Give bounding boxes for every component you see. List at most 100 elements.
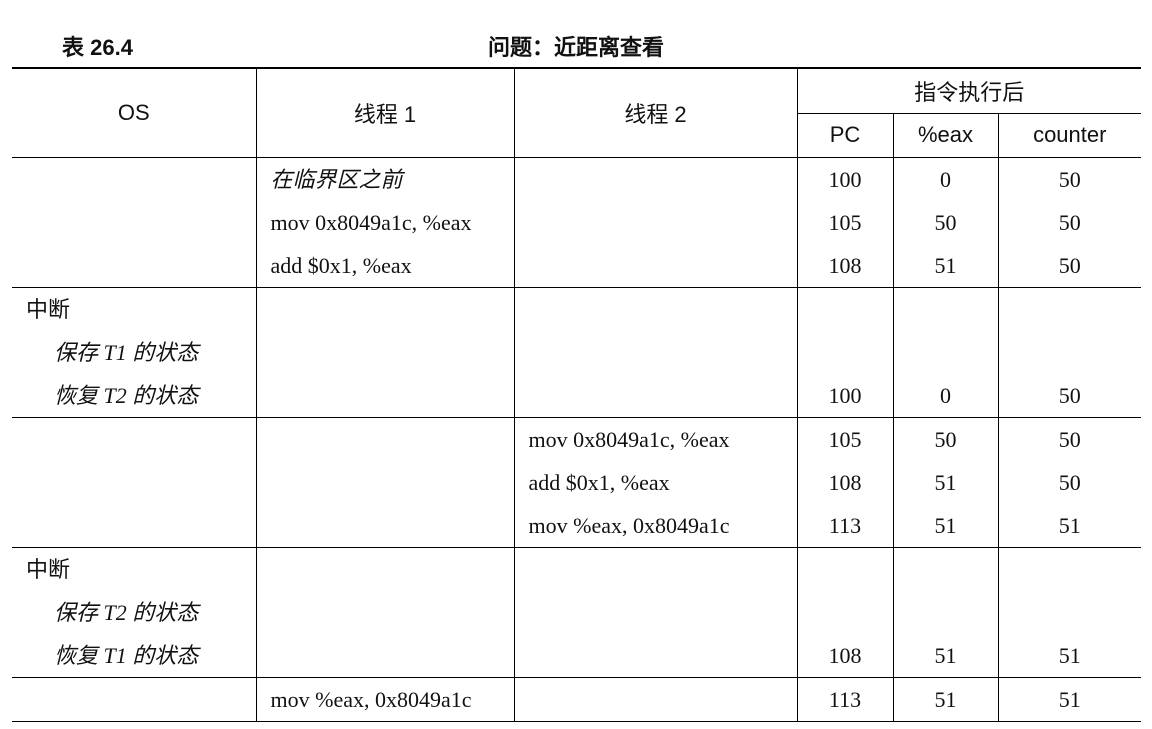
thread2-cell: [513, 677, 797, 722]
eax-cell: 0 50 51: [892, 157, 998, 288]
os-cell: 中断 保存 T2 的状态 恢复 T1 的状态: [12, 547, 256, 678]
cell-line: [515, 331, 797, 374]
table-row: mov %eax, 0x8049a1c 113 51 51: [12, 677, 1142, 722]
thread2-cell: [513, 157, 797, 288]
table-row: 在临界区之前 mov 0x8049a1c, %eax add $0x1, %eax 1…: [12, 157, 1142, 288]
cell-line: 100: [828, 382, 862, 408]
cell-line: [515, 374, 797, 417]
cell-line: [798, 548, 893, 591]
cell-line: [257, 288, 514, 331]
cell-line: 51: [934, 686, 957, 712]
cell-line: 113: [828, 512, 862, 538]
cell-line: [257, 634, 514, 677]
header-os: OS: [12, 67, 256, 158]
cell-line: [257, 461, 514, 504]
cell-line: 100: [828, 166, 862, 192]
pc-cell: 113: [796, 677, 893, 722]
os-cell: [12, 677, 256, 722]
cell-line: mov %eax, 0x8049a1c: [528, 512, 730, 538]
cell-line: [798, 591, 893, 634]
cell-line: 保存 T2 的状态: [54, 599, 199, 625]
cell-line: [12, 244, 256, 287]
cell-line: [257, 418, 514, 461]
cell-line: 108: [828, 469, 862, 495]
cell-line: [515, 634, 797, 677]
thread2-cell: mov 0x8049a1c, %eax add $0x1, %eax mov %ea…: [513, 417, 797, 548]
cell-line: 105: [828, 426, 862, 452]
cell-line: 中断: [26, 556, 71, 582]
cell-line: 在临界区之前: [270, 166, 403, 192]
header-pc: PC: [796, 113, 893, 158]
cell-line: [12, 201, 256, 244]
cell-line: add $0x1, %eax: [270, 252, 412, 278]
cell-line: 105: [828, 209, 862, 235]
cell-line: [257, 504, 514, 547]
cell-line: [12, 418, 256, 461]
table-row: 中断 保存 T2 的状态 恢复 T1 的状态 108 51 51: [12, 547, 1142, 678]
thread1-cell: mov %eax, 0x8049a1c: [255, 677, 514, 722]
cell-line: add $0x1, %eax: [528, 469, 670, 495]
thread1-cell: [255, 287, 514, 418]
cell-line: [515, 591, 797, 634]
cell-line: 50: [934, 209, 957, 235]
cell-line: 51: [1058, 686, 1081, 712]
cell-line: [257, 331, 514, 374]
cell-line: [894, 591, 998, 634]
cell-line: [999, 548, 1142, 591]
cell-line: 50: [1058, 252, 1081, 278]
cell-line: 50: [1058, 209, 1081, 235]
cell-line: 51: [934, 642, 957, 668]
table-row: 中断保存 T1 的状态 恢复 T2 的状态 100 0 50: [12, 287, 1142, 418]
table-title: 问题：近距离查看: [487, 35, 664, 60]
cell-line: 恢复 T2 的状态: [54, 382, 199, 408]
counter-cell: 51: [997, 677, 1142, 722]
cell-line: 51: [1058, 642, 1081, 668]
table-row: mov 0x8049a1c, %eax add $0x1, %eax mov %ea…: [12, 417, 1142, 548]
cell-line: [12, 158, 256, 201]
pc-cell: 105 108 113: [796, 417, 893, 548]
cell-line: mov %eax, 0x8049a1c: [270, 686, 472, 712]
cell-line: [257, 374, 514, 417]
cell-line: 0: [940, 382, 951, 408]
counter-cell: 51: [997, 547, 1142, 678]
cell-line: [12, 678, 256, 721]
pc-cell: 100: [796, 287, 893, 418]
counter-cell: 50 50 50: [997, 157, 1142, 288]
thread1-cell: 在临界区之前 mov 0x8049a1c, %eax add $0x1, %eax: [255, 157, 514, 288]
eax-cell: 50 51 51: [892, 417, 998, 548]
cell-line: [999, 288, 1142, 331]
cell-line: [894, 288, 998, 331]
cell-line: 113: [828, 686, 862, 712]
cell-line: [515, 548, 797, 591]
cell-line: [999, 591, 1142, 634]
thread2-cell: [513, 287, 797, 418]
cell-line: 50: [1058, 382, 1081, 408]
cell-line: 50: [1058, 469, 1081, 495]
cell-line: [515, 244, 797, 287]
cell-line: [12, 461, 256, 504]
cell-line: 51: [1058, 512, 1081, 538]
cell-line: [12, 504, 256, 547]
eax-cell: 0: [892, 287, 998, 418]
cell-line: [894, 548, 998, 591]
pc-cell: 108: [796, 547, 893, 678]
cell-line: [515, 288, 797, 331]
cell-line: [999, 331, 1142, 374]
thread1-cell: [255, 417, 514, 548]
cell-line: 108: [828, 642, 862, 668]
eax-cell: 51: [892, 547, 998, 678]
eax-cell: 51: [892, 677, 998, 722]
cell-line: [515, 158, 797, 201]
cell-line: [515, 201, 797, 244]
cell-line: 0: [940, 166, 951, 192]
cell-line: mov 0x8049a1c, %eax: [270, 209, 472, 235]
header-thread2: 线程 2: [513, 67, 797, 158]
os-cell: [12, 157, 256, 288]
cell-line: 中断: [26, 296, 71, 322]
table-caption: 表 26.4 问题：近距离查看: [0, 30, 1152, 60]
os-cell: [12, 417, 256, 548]
counter-cell: 50: [997, 287, 1142, 418]
cell-line: 保存 T1 的状态: [54, 339, 199, 365]
cell-line: [894, 331, 998, 374]
header-counter: counter: [997, 113, 1142, 158]
